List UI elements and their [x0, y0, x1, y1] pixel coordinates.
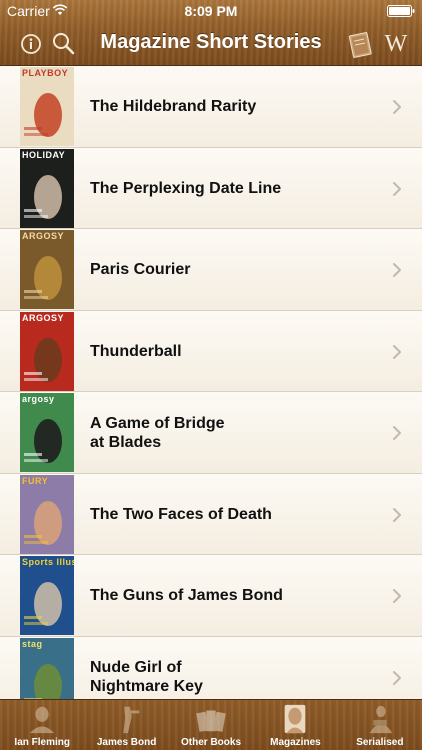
battery-icon — [387, 5, 415, 17]
story-title: Nude Girl of Nightmare Key — [90, 637, 360, 700]
book-button[interactable] — [346, 30, 374, 58]
story-title-line: at Blades — [90, 433, 162, 451]
status-bar: Carrier 8:09 PM — [0, 0, 422, 22]
story-row[interactable]: Sports Illustrated The Guns of James Bond — [0, 555, 422, 637]
tab-bar: Ian Fleming James Bond Other Books Magazine… — [0, 699, 422, 750]
tab-label: Other Books — [181, 737, 242, 748]
story-row[interactable]: stag Nude Girl of Nightmare Key — [0, 636, 422, 700]
story-title-line: Nightmare Key — [90, 678, 203, 695]
story-row[interactable]: ARGOSY Thunderball — [0, 310, 422, 392]
magazine-cover-thumbnail: stag — [20, 637, 74, 699]
story-title-line: The Hildebrand Rarity — [90, 98, 257, 115]
cover-masthead: argosy — [22, 394, 55, 404]
story-title-line: The Guns of James Bond — [90, 587, 283, 604]
story-title: The Two Faces of Death — [90, 474, 360, 555]
cover-masthead: PLAYBOY — [22, 68, 69, 78]
story-title: The Hildebrand Rarity — [90, 66, 360, 147]
chevron-right-icon — [393, 181, 401, 196]
portrait-icon — [29, 706, 55, 734]
books-icon — [196, 710, 226, 732]
tab-ian-fleming[interactable]: Ian Fleming — [0, 700, 84, 750]
story-row[interactable]: ARGOSY Paris Courier — [0, 229, 422, 311]
chevron-right-icon — [393, 344, 401, 359]
magazine-cover-thumbnail: HOLIDAY — [20, 148, 74, 228]
story-title: The Perplexing Date Line — [90, 148, 360, 229]
story-row[interactable]: HOLIDAY The Perplexing Date Line — [0, 147, 422, 229]
tab-label: Magazines — [270, 737, 321, 748]
chevron-right-icon — [393, 100, 401, 114]
story-row[interactable]: argosy A Game of Bridge at Blades — [0, 392, 422, 474]
story-title-line: Thunderball — [90, 342, 182, 360]
cover-masthead: HOLIDAY — [22, 149, 66, 160]
tab-serialised[interactable]: Serialised — [338, 700, 422, 750]
magazine-cover-thumbnail: Sports Illustrated — [20, 556, 74, 635]
story-title-line: A Game of Bridge — [90, 414, 225, 432]
cover-art — [24, 93, 62, 137]
cover-art — [24, 582, 62, 626]
story-title: The Guns of James Bond — [90, 555, 360, 636]
story-title: Thunderball — [90, 311, 360, 392]
magazine-cover-thumbnail: ARGOSY — [20, 311, 74, 391]
cover-art — [24, 256, 62, 300]
story-row[interactable]: PLAYBOY The Hildebrand Rarity — [0, 66, 422, 148]
chevron-right-icon — [393, 263, 401, 277]
wikipedia-button[interactable]: W — [382, 30, 410, 58]
chevron-right-icon — [393, 670, 401, 685]
story-row[interactable]: FURY The Two Faces of Death — [0, 473, 422, 555]
magazine-cover-thumbnail: argosy — [20, 393, 74, 472]
story-title-line: The Perplexing Date Line — [90, 179, 282, 197]
tab-magazines[interactable]: Magazines — [253, 700, 337, 750]
story-title-line: The Two Faces of Death — [90, 505, 272, 523]
magazine-cover-thumbnail: PLAYBOY — [20, 67, 74, 146]
chevron-right-icon — [393, 589, 401, 603]
cover-art — [24, 174, 62, 219]
cover-masthead: ARGOSY — [22, 312, 65, 323]
navigation-bar: Magazine Short Stories W — [0, 22, 422, 66]
header: Carrier 8:09 PM Magazine Short Stories W — [0, 0, 422, 66]
story-title: A Game of Bridge at Blades — [90, 392, 360, 473]
chevron-right-icon — [393, 507, 401, 522]
cover-masthead: ARGOSY — [22, 231, 65, 241]
story-title-line: Nude Girl of — [90, 659, 182, 676]
story-list: PLAYBOY The Hildebrand Rarity HOLIDAY The P… — [0, 66, 422, 699]
magazine-cover-thumbnail: FURY — [20, 474, 74, 554]
chevron-right-icon — [393, 426, 401, 440]
book-icon — [348, 32, 372, 58]
tab-label: Serialised — [356, 737, 404, 748]
tab-james-bond[interactable]: James Bond — [84, 700, 168, 750]
tab-label: Ian Fleming — [14, 737, 70, 748]
wikipedia-icon: W — [384, 31, 408, 57]
reading-figure-icon — [369, 705, 393, 734]
magazine-cover-thumbnail: ARGOSY — [20, 230, 74, 309]
gun-figure-icon — [122, 706, 139, 734]
cover-art — [24, 337, 62, 382]
cover-masthead: FURY — [22, 475, 49, 486]
cover-art — [24, 500, 62, 545]
cover-masthead: stag — [22, 638, 43, 649]
status-time: 8:09 PM — [184, 3, 238, 19]
magazine-cover-icon — [285, 704, 306, 734]
story-title: Paris Courier — [90, 229, 360, 310]
cover-art — [24, 419, 62, 463]
tab-label: James Bond — [96, 737, 157, 748]
cover-masthead: Sports Illustrated — [22, 557, 74, 567]
story-title-line: Paris Courier — [90, 261, 191, 278]
tab-other-books[interactable]: Other Books — [169, 700, 253, 750]
